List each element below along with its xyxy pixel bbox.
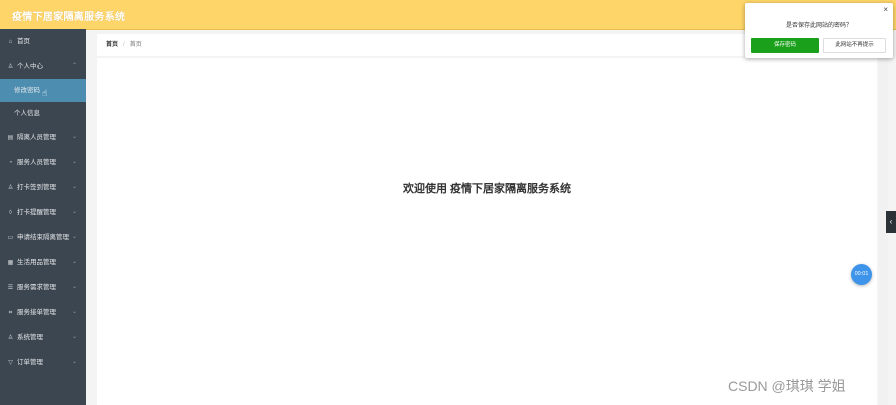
sidebar: ⌂ 首页 ♙ 个人中心 ⌃ 修改密码 ☝ 个人信息 ▤ 隔离人员管理 ⌄ ◔ 服务人员管… bbox=[0, 29, 86, 405]
sidebar-item-label: 服务需求管理 bbox=[17, 284, 56, 291]
save-password-button[interactable]: 保存密码 bbox=[751, 38, 819, 53]
sidebar-subitem-label: 个人信息 bbox=[14, 110, 40, 117]
chevron-down-icon: ⌄ bbox=[71, 184, 77, 190]
watermark: CSDN @琪琪 学姐 bbox=[728, 378, 846, 394]
sidebar-item-isolation-staff[interactable]: ▤ 隔离人员管理 ⌄ bbox=[0, 125, 86, 150]
sidebar-subitem-personal-info[interactable]: 个人信息 bbox=[0, 102, 86, 125]
sidebar-item-label: 个人中心 bbox=[17, 63, 43, 70]
sidebar-item-checkin-reminder[interactable]: ◊ 打卡提醒管理 ⌄ bbox=[0, 200, 86, 225]
close-icon[interactable]: × bbox=[883, 5, 888, 14]
chevron-down-icon: ⌄ bbox=[71, 309, 77, 315]
chevron-down-icon: ⌄ bbox=[71, 334, 77, 340]
crop-icon: ⌗ bbox=[8, 310, 13, 316]
sidebar-item-label: 打卡提醒管理 bbox=[17, 209, 56, 216]
collapse-tab-button[interactable]: ‹ bbox=[886, 211, 896, 233]
dialog-message: 是否保存此网站的密码？ bbox=[785, 23, 852, 29]
sidebar-item-end-isolation[interactable]: ▭ 申请结束隔离管理 ⌄ bbox=[0, 225, 86, 250]
sidebar-item-label: 系统管理 bbox=[17, 334, 43, 341]
main-content: 欢迎使用 疫情下居家隔离服务系统 bbox=[97, 58, 877, 405]
chevron-down-icon: ⌄ bbox=[71, 159, 77, 165]
chevron-down-icon: ⌄ bbox=[71, 284, 77, 290]
sidebar-item-service-orders[interactable]: ⌗ 服务接单管理 ⌄ bbox=[0, 300, 86, 325]
chevron-down-icon: ⌄ bbox=[71, 209, 77, 215]
mic-icon: ◊ bbox=[9, 210, 12, 216]
sidebar-item-label: 服务人员管理 bbox=[17, 159, 56, 166]
chevron-down-icon: ⌄ bbox=[71, 259, 77, 265]
welcome-text: 欢迎使用 疫情下居家隔离服务系统 bbox=[402, 183, 572, 195]
sidebar-item-home[interactable]: ⌂ 首页 bbox=[0, 29, 86, 54]
sidebar-item-label: 申请结束隔离管理 bbox=[17, 234, 69, 241]
user-icon: ♙ bbox=[7, 335, 14, 341]
sidebar-item-label: 打卡签到管理 bbox=[17, 184, 56, 191]
sidebar-item-supplies[interactable]: ▦ 生活用品管理 ⌄ bbox=[0, 250, 86, 275]
user-icon: ♙ bbox=[7, 64, 14, 70]
list-icon: ▤ bbox=[7, 135, 14, 141]
chevron-down-icon: ⌄ bbox=[71, 234, 77, 240]
sidebar-item-personal-center[interactable]: ♙ 个人中心 ⌃ bbox=[0, 54, 86, 79]
sidebar-item-label: 订单管理 bbox=[17, 359, 43, 366]
clock-icon: ◔ bbox=[8, 160, 13, 166]
home-icon: ⌂ bbox=[8, 39, 13, 45]
sidebar-item-label: 服务接单管理 bbox=[17, 309, 56, 316]
sidebar-item-orders[interactable]: ▽ 订单管理 ⌄ bbox=[0, 350, 86, 375]
never-for-site-button[interactable]: 此网站不再提示 bbox=[823, 38, 886, 53]
floating-timer-button[interactable]: 00:01 bbox=[851, 264, 872, 285]
breadcrumb-current: 首页 bbox=[129, 42, 142, 48]
filter-icon: ▽ bbox=[8, 360, 13, 366]
app-title: 疫情下居家隔离服务系统 bbox=[12, 12, 126, 23]
sidebar-subitem-label: 修改密码 bbox=[14, 87, 40, 94]
menu-icon: ☰ bbox=[7, 285, 14, 291]
chevron-up-icon: ⌃ bbox=[71, 63, 77, 69]
breadcrumb-home[interactable]: 首页 bbox=[106, 42, 118, 48]
breadcrumb-separator: / bbox=[123, 42, 125, 48]
user-icon: ♙ bbox=[7, 185, 14, 191]
save-password-dialog: × 是否保存此网站的密码？ 保存密码 此网站不再提示 bbox=[745, 3, 893, 58]
sidebar-item-service-demand[interactable]: ☰ 服务需求管理 ⌄ bbox=[0, 275, 86, 300]
sidebar-item-service-staff[interactable]: ◔ 服务人员管理 ⌄ bbox=[0, 150, 86, 175]
card-icon: ▭ bbox=[7, 235, 14, 241]
building-icon: ▦ bbox=[7, 260, 14, 266]
sidebar-item-label: 生活用品管理 bbox=[17, 259, 56, 266]
chevron-down-icon: ⌄ bbox=[71, 359, 77, 365]
sidebar-subitem-change-password[interactable]: 修改密码 ☝ bbox=[0, 79, 86, 102]
sidebar-item-label: 首页 bbox=[17, 38, 30, 45]
sidebar-item-system[interactable]: ♙ 系统管理 ⌄ bbox=[0, 325, 86, 350]
chevron-down-icon: ⌄ bbox=[71, 134, 77, 140]
sidebar-item-checkin[interactable]: ♙ 打卡签到管理 ⌄ bbox=[0, 175, 86, 200]
sidebar-item-label: 隔离人员管理 bbox=[17, 134, 56, 141]
